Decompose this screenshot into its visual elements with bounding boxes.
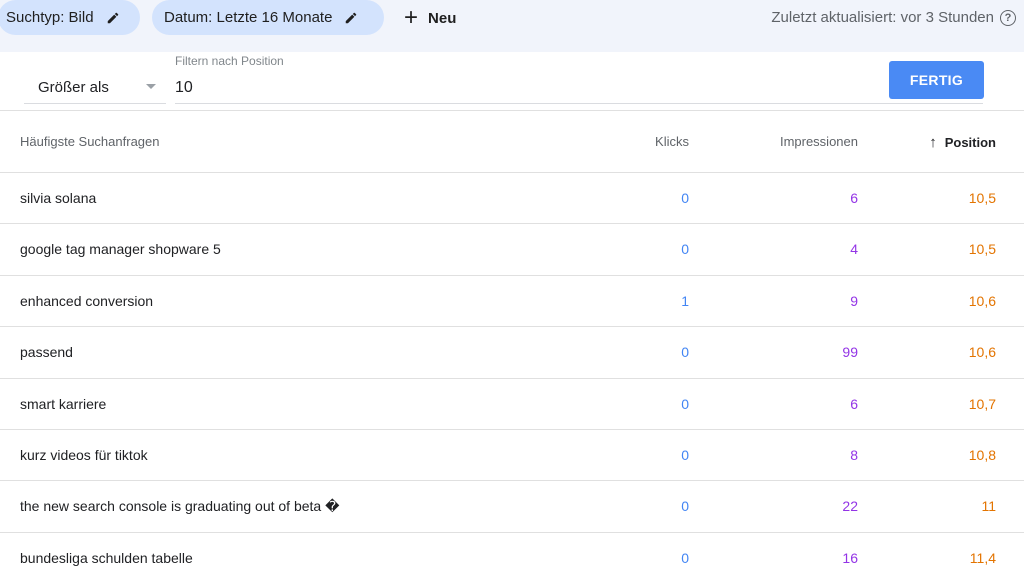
position-cell: 10,6 — [968, 344, 996, 361]
column-header-query[interactable]: Häufigste Suchanfragen — [20, 134, 159, 149]
help-icon[interactable]: ? — [1000, 9, 1016, 26]
plus-icon: + — [404, 4, 419, 31]
position-cell: 10,7 — [968, 395, 996, 412]
clicks-cell: 0 — [681, 190, 689, 206]
query-cell: smart karriere — [20, 395, 107, 412]
impressions-cell: 16 — [842, 549, 858, 566]
new-filter-button[interactable]: + Neu — [404, 4, 456, 32]
operator-value: Größer als — [38, 79, 109, 96]
query-cell: the new search console is graduating out… — [20, 498, 340, 515]
clicks-cell: 0 — [681, 498, 689, 515]
table-header: Häufigste Suchanfragen Klicks Impression… — [0, 111, 1024, 173]
position-cell: 10,5 — [968, 190, 996, 206]
search-type-chip-label: Suchtyp: Bild — [6, 9, 94, 26]
search-type-chip[interactable]: Suchtyp: Bild — [0, 0, 140, 35]
column-header-clicks[interactable]: Klicks — [655, 134, 689, 149]
position-value-input[interactable] — [175, 72, 983, 104]
new-filter-label: Neu — [428, 9, 457, 27]
clicks-cell: 1 — [681, 292, 689, 309]
position-cell: 11 — [981, 498, 996, 515]
date-range-chip[interactable]: Datum: Letzte 16 Monate — [152, 0, 384, 35]
impressions-cell: 4 — [850, 241, 858, 258]
date-range-chip-label: Datum: Letzte 16 Monate — [164, 9, 333, 26]
column-header-impressions[interactable]: Impressionen — [780, 134, 858, 149]
last-updated: Zuletzt aktualisiert: vor 3 Stunden ? — [771, 9, 1016, 26]
position-cell: 10,5 — [968, 241, 996, 258]
impressions-cell: 22 — [842, 498, 858, 515]
table-row[interactable]: kurz videos für tiktok 0 8 10,8 — [0, 430, 1024, 482]
position-cell: 11,4 — [969, 549, 996, 566]
table-row[interactable]: passend 0 99 10,6 — [0, 327, 1024, 379]
column-header-position-label: Position — [944, 135, 996, 150]
done-button[interactable]: FERTIG — [889, 61, 984, 99]
impressions-cell: 6 — [850, 395, 858, 412]
clicks-cell: 0 — [681, 344, 689, 361]
operator-select[interactable]: Größer als — [24, 72, 166, 104]
clicks-cell: 0 — [681, 395, 689, 412]
table-row[interactable]: silvia solana 0 6 10,5 — [0, 173, 1024, 225]
position-cell: 10,6 — [968, 292, 996, 309]
sort-ascending-icon: ↑ — [929, 134, 937, 151]
table-row[interactable]: the new search console is graduating out… — [0, 481, 1024, 533]
table-row[interactable]: enhanced conversion 1 9 10,6 — [0, 276, 1024, 328]
impressions-cell: 9 — [850, 292, 858, 309]
table-row[interactable]: smart karriere 0 6 10,7 — [0, 379, 1024, 430]
clicks-cell: 0 — [681, 549, 689, 566]
dropdown-arrow-icon — [146, 84, 156, 89]
position-cell: 10,8 — [968, 446, 996, 463]
impressions-cell: 8 — [850, 446, 858, 463]
filter-field-label: Filtern nach Position — [175, 54, 284, 68]
impressions-cell: 6 — [850, 190, 858, 206]
position-filter: Größer als Filtern nach Position FERTIG — [0, 52, 1024, 110]
query-cell: silvia solana — [20, 190, 97, 206]
query-cell: passend — [20, 344, 73, 361]
query-cell: enhanced conversion — [20, 292, 154, 309]
edit-icon[interactable] — [106, 11, 120, 25]
filter-bar: Suchtyp: Bild Datum: Letzte 16 Monate + … — [0, 0, 1024, 52]
table-row[interactable]: google tag manager shopware 5 0 4 10,5 — [0, 224, 1024, 276]
clicks-cell: 0 — [681, 446, 689, 463]
query-cell: google tag manager shopware 5 — [20, 241, 221, 258]
query-cell: kurz videos für tiktok — [20, 446, 148, 463]
table-row[interactable]: bundesliga schulden tabelle 0 16 11,4 — [0, 533, 1024, 584]
query-cell: bundesliga schulden tabelle — [20, 549, 193, 566]
impressions-cell: 99 — [842, 344, 858, 361]
column-header-position[interactable]: ↑ Position — [929, 134, 996, 151]
last-updated-text: Zuletzt aktualisiert: vor 3 Stunden — [771, 9, 994, 26]
queries-table: Häufigste Suchanfragen Klicks Impression… — [0, 110, 1024, 584]
edit-icon[interactable] — [344, 11, 358, 25]
clicks-cell: 0 — [681, 241, 689, 258]
